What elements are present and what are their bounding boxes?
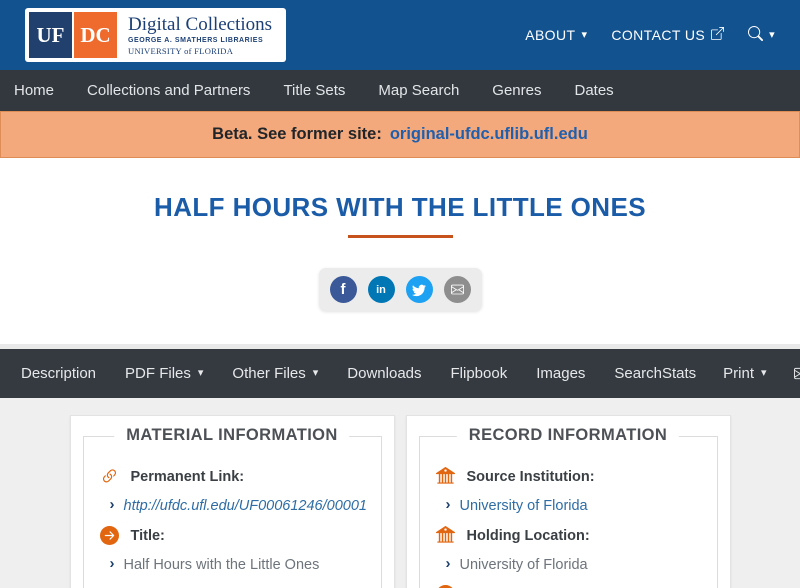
about-label: ABOUT — [525, 27, 576, 43]
holding-location-value-row: › University of Florida — [436, 556, 701, 574]
item-toolbar: Description PDF Files ▾ Other Files ▾ Do… — [0, 349, 800, 398]
metadata-section: MATERIAL INFORMATION Permanent Link: › h… — [0, 398, 800, 588]
envelope-icon — [450, 283, 464, 296]
former-site-link[interactable]: original-ufdc.uflib.ufl.edu — [390, 125, 588, 144]
caret-down-icon: ▾ — [197, 367, 204, 379]
page-title: HALF HOURS WITH THE LITTLE ONES — [154, 192, 646, 222]
uf-logo-square: UF — [29, 12, 72, 58]
toolbar-print-label: Print — [723, 365, 754, 382]
search-icon — [748, 26, 764, 44]
nav-item-genres[interactable]: Genres — [492, 82, 541, 99]
caret-down-icon: ▾ — [760, 367, 767, 379]
item-hero: HALF HOURS WITH THE LITTLE ONES f in — [0, 158, 800, 344]
title-label: Title: — [130, 527, 165, 544]
toolbar-images-label: Images — [536, 365, 586, 382]
chevron-right-icon: › — [109, 496, 115, 513]
permanent-link-label-row: Permanent Link: — [100, 467, 365, 486]
header-menu: ABOUT ▾ CONTACT US ▾ — [525, 26, 775, 44]
link-icon — [100, 467, 119, 486]
toolbar-description[interactable]: Description — [21, 365, 96, 382]
source-institution-label-row: Source Institution: — [435, 467, 701, 486]
title-label-row: Title: — [99, 526, 365, 545]
nav-item-title-sets[interactable]: Title Sets — [283, 82, 345, 99]
permanent-link-label: Permanent Link: — [130, 468, 245, 485]
holding-location-label-row: Holding Location: — [435, 526, 701, 545]
site-header: UF DC Digital Collections GEORGE A. SMAT… — [0, 0, 800, 70]
twitter-bird-icon — [412, 283, 426, 297]
email-share-button[interactable] — [443, 276, 471, 303]
linkedin-icon: in — [376, 283, 386, 296]
ufdc-logo[interactable]: UF DC Digital Collections GEORGE A. SMAT… — [25, 8, 287, 62]
toolbar-pdf-files-dropdown[interactable]: PDF Files ▾ — [125, 365, 203, 382]
logo-university-line: UNIVERSITY of FLORIDA — [128, 46, 234, 57]
caret-down-icon: ▾ — [312, 367, 319, 379]
permanent-link-value-row: › http://ufdc.ufl.edu/UF00061246/00001 — [100, 496, 367, 515]
permanent-link-url[interactable]: http://ufdc.ufl.edu/UF00061246/00001 — [124, 497, 367, 515]
main-navbar: Home Collections and Partners Title Sets… — [0, 70, 800, 111]
logo-title: Digital Collections — [128, 13, 273, 35]
chevron-right-icon: › — [445, 555, 451, 572]
external-link-icon — [711, 27, 725, 43]
chevron-right-icon: › — [109, 555, 115, 572]
contact-us-link[interactable]: CONTACT US — [611, 27, 725, 43]
toolbar-search-label: Search — [614, 365, 662, 382]
record-information-panel: RECORD INFORMATION Source Institution: ›… — [405, 415, 731, 588]
dc-logo-square: DC — [74, 12, 117, 58]
toolbar-other-files-label: Other Files — [232, 365, 306, 382]
toolbar-flipbook[interactable]: Flipbook — [451, 365, 508, 382]
toolbar-other-files-dropdown[interactable]: Other Files ▾ — [232, 365, 318, 382]
toolbar-right-group: Stats Print ▾ Send — [662, 365, 800, 382]
twitter-share-button[interactable] — [405, 276, 433, 303]
toolbar-description-label: Description — [21, 365, 97, 382]
holding-location-value: University of Florida — [459, 557, 588, 573]
source-institution-value[interactable]: University of Florida — [460, 497, 588, 515]
title-underline — [347, 235, 453, 238]
caret-down-icon: ▾ — [581, 28, 588, 41]
toolbar-flipbook-label: Flipbook — [450, 365, 508, 382]
logo-text: Digital Collections GEORGE A. SMATHERS L… — [117, 12, 282, 58]
caret-down-icon: ▾ — [769, 28, 775, 41]
title-value-row: › Half Hours with the Little Ones — [100, 556, 365, 574]
search-menu[interactable]: ▾ — [748, 26, 775, 44]
nav-item-map-search[interactable]: Map Search — [378, 82, 459, 99]
toolbar-downloads-label: Downloads — [347, 365, 422, 382]
toolbar-search[interactable]: Search — [614, 365, 662, 382]
nav-item-collections-and-partners[interactable]: Collections and Partners — [87, 82, 250, 99]
nav-item-dates[interactable]: Dates — [574, 82, 613, 99]
bank-icon — [435, 526, 455, 545]
toolbar-send[interactable]: Send — [793, 365, 800, 382]
bank-icon — [435, 467, 455, 486]
envelope-icon — [793, 366, 800, 381]
material-information-panel: MATERIAL INFORMATION Permanent Link: › h… — [69, 415, 395, 588]
facebook-share-button[interactable]: f — [329, 276, 357, 303]
record-information-title: RECORD INFORMATION — [456, 426, 680, 445]
about-menu[interactable]: ABOUT ▾ — [525, 27, 587, 43]
arrow-circle-icon — [99, 526, 119, 545]
nav-item-home[interactable]: Home — [14, 82, 54, 99]
material-information-fieldset: MATERIAL INFORMATION Permanent Link: › h… — [82, 426, 382, 588]
linkedin-share-button[interactable]: in — [367, 276, 395, 303]
title-value: Half Hours with the Little Ones — [123, 557, 320, 573]
material-information-title: MATERIAL INFORMATION — [114, 426, 350, 445]
toolbar-stats[interactable]: Stats — [662, 365, 696, 382]
toolbar-stats-label: Stats — [661, 365, 697, 382]
toolbar-images[interactable]: Images — [536, 365, 585, 382]
social-share-bar: f in — [318, 268, 482, 311]
beta-banner-text: Beta. See former site: — [212, 125, 382, 143]
toolbar-downloads[interactable]: Downloads — [347, 365, 421, 382]
chevron-right-icon: › — [445, 496, 451, 513]
source-institution-label: Source Institution: — [466, 468, 595, 485]
beta-banner: Beta. See former site: original-ufdc.ufl… — [0, 111, 800, 158]
contact-us-label: CONTACT US — [611, 27, 706, 43]
toolbar-pdf-files-label: PDF Files — [125, 365, 191, 382]
source-institution-value-row: › University of Florida — [436, 497, 701, 515]
facebook-icon: f — [340, 281, 346, 298]
holding-location-label: Holding Location: — [466, 527, 590, 544]
logo-libraries-line: GEORGE A. SMATHERS LIBRARIES — [128, 37, 264, 45]
toolbar-print-dropdown[interactable]: Print ▾ — [723, 365, 766, 382]
toolbar-left-group: Description PDF Files ▾ Other Files ▾ Do… — [21, 365, 662, 382]
record-information-fieldset: RECORD INFORMATION Source Institution: ›… — [418, 426, 718, 588]
